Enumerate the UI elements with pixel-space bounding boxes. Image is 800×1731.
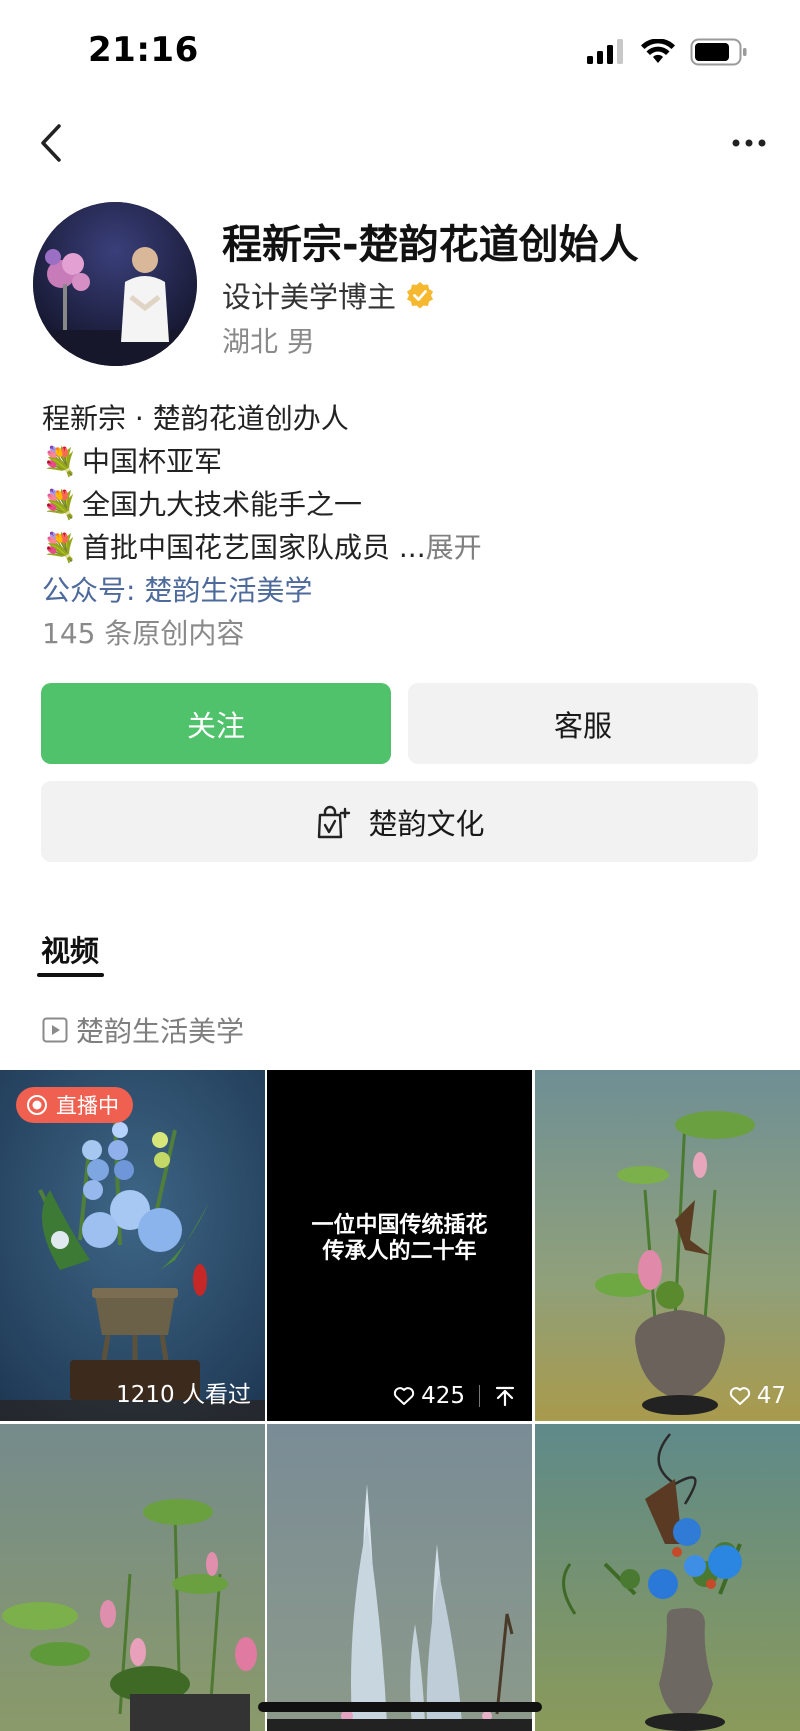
video-thumbnail: [267, 1424, 532, 1731]
video-tile[interactable]: [0, 1424, 265, 1731]
heart-icon: [393, 1387, 415, 1405]
follow-button[interactable]: 关注: [41, 683, 391, 764]
shopping-bag-icon: [318, 805, 351, 838]
series-row[interactable]: 楚韵生活美学: [42, 1010, 244, 1050]
view-count: 1210 人看过: [116, 1382, 251, 1408]
bio-item-text: 首批中国花艺国家队成员 ...: [82, 531, 426, 564]
divider: [479, 1385, 480, 1407]
status-bar: 21:16: [0, 0, 800, 100]
battery-icon: [690, 38, 747, 66]
status-icons: [586, 38, 748, 66]
video-thumbnail: [0, 1424, 265, 1731]
video-title-line: 传承人的二十年: [322, 1239, 477, 1264]
more-dots-icon: [732, 139, 766, 147]
profile-location: 湖北 男: [222, 325, 315, 358]
bouquet-emoji-icon: 💐: [42, 488, 78, 521]
back-button[interactable]: [26, 118, 76, 168]
heart-icon: [729, 1387, 750, 1405]
signal-icon: [587, 39, 623, 64]
live-badge-label: 直播中: [56, 1094, 119, 1118]
video-tile[interactable]: 直播中 1210 人看过: [0, 1070, 265, 1421]
video-tile[interactable]: [535, 1424, 800, 1731]
like-count: 47: [756, 1383, 786, 1409]
bio-item: 💐 全国九大技术能手之一: [42, 483, 762, 526]
bio-intro: 程新宗 · 楚韵花道创办人: [42, 402, 349, 435]
live-badge: 直播中: [16, 1087, 133, 1123]
home-indicator: [258, 1702, 542, 1712]
video-thumbnail: [535, 1424, 800, 1731]
tab-underline: [37, 973, 104, 977]
avatar[interactable]: [33, 202, 197, 366]
chevron-left-icon: [41, 124, 61, 162]
more-button[interactable]: [724, 118, 774, 168]
official-account-link[interactable]: 公众号: 楚韵生活美学: [42, 569, 762, 612]
profile-name: 程新宗-楚韵花道创始人: [222, 222, 639, 268]
verified-badge-icon[interactable]: [406, 281, 434, 309]
nav-bar: [0, 110, 800, 180]
video-title-line: 一位中国传统插花: [311, 1213, 488, 1238]
video-grid: 直播中 1210 人看过 一位中国传统插花 传承人的二十年 425 47: [0, 1070, 800, 1731]
video-title: 一位中国传统插花 传承人的二十年: [267, 1213, 532, 1265]
video-thumbnail: [535, 1070, 800, 1421]
expand-link[interactable]: 展开: [426, 531, 482, 564]
bouquet-emoji-icon: 💐: [42, 531, 78, 564]
culture-shop-button[interactable]: 楚韵文化: [41, 781, 758, 862]
customer-service-button[interactable]: 客服: [408, 683, 758, 764]
video-tile[interactable]: [267, 1424, 532, 1731]
bio-item: 💐 首批中国花艺国家队成员 ...展开: [42, 526, 762, 569]
pin-top-icon: [495, 1386, 515, 1407]
play-icon: [42, 1017, 68, 1043]
tab-video[interactable]: 视频: [41, 928, 99, 970]
bio-item: 💐 中国杯亚军: [42, 440, 762, 483]
profile-role: 设计美学博主: [222, 280, 397, 314]
video-stats: 425: [393, 1383, 516, 1409]
live-icon: [27, 1095, 47, 1115]
status-time: 21:16: [88, 30, 199, 70]
profile-header: 程新宗-楚韵花道创始人 设计美学博主 湖北 男: [33, 202, 773, 372]
video-stats: 47: [729, 1383, 786, 1409]
role-row: 设计美学博主: [222, 274, 434, 316]
culture-shop-label: 楚韵文化: [368, 806, 485, 841]
like-count: 425: [421, 1383, 465, 1409]
video-tile[interactable]: 一位中国传统插花 传承人的二十年 425: [267, 1070, 532, 1421]
series-label: 楚韵生活美学: [76, 1015, 245, 1048]
bio-item-text: 全国九大技术能手之一: [82, 488, 363, 521]
bio-item-text: 中国杯亚军: [82, 445, 223, 478]
video-tile[interactable]: 47: [535, 1070, 800, 1421]
wifi-icon: [641, 39, 675, 63]
original-content-count: 145 条原创内容: [42, 617, 245, 650]
bio: 程新宗 · 楚韵花道创办人 💐 中国杯亚军 💐 全国九大技术能手之一 💐 首批中国花艺…: [42, 397, 762, 655]
bouquet-emoji-icon: 💐: [42, 445, 78, 478]
